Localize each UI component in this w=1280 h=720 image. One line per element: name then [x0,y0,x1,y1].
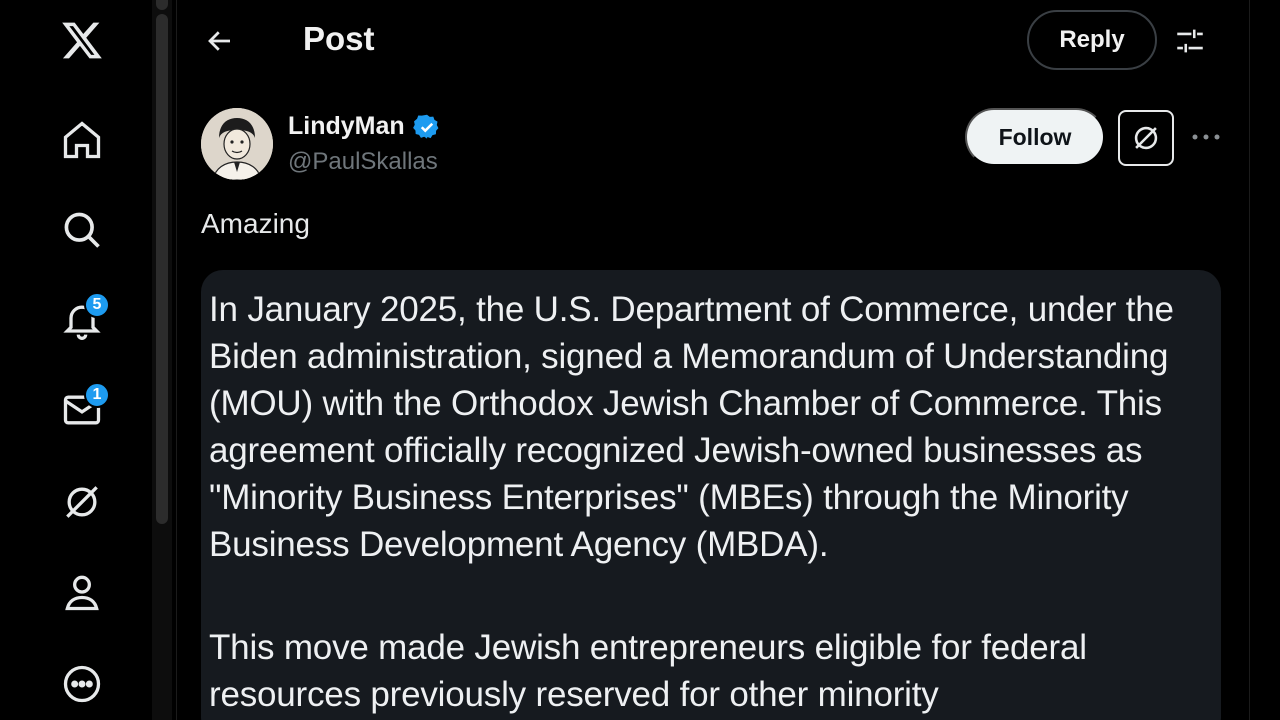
grok-icon[interactable] [52,472,112,532]
media-text-paragraph-2: This move made Jewish entrepreneurs elig… [209,628,1087,714]
avatar-illustration [201,108,273,180]
sliders-icon[interactable] [1167,18,1213,64]
messages-badge: 1 [84,382,110,408]
home-icon[interactable] [52,110,112,170]
grok-slash-svg [1134,126,1158,150]
grok-explain-icon[interactable] [1118,110,1174,166]
scrollbar-thumb[interactable] [156,14,168,524]
post-header: Post Reply [177,0,1251,82]
x-logo-icon-svg [62,22,102,59]
ellipsis-svg [1192,134,1220,140]
profile-person-icon[interactable] [52,562,112,622]
notifications-badge: 5 [84,292,110,318]
post-author: LindyMan @PaulSkallas Follow [201,106,1231,186]
back-arrow-svg [208,31,230,51]
display-name[interactable]: LindyMan [288,112,441,141]
more-circle-icon-svg [63,665,101,703]
sidebar-nav: 5 1 [0,0,152,720]
notifications-bell-icon[interactable]: 5 [52,290,112,350]
more-options-icon[interactable] [1186,122,1226,152]
grok-icon-svg [66,486,98,518]
follow-button[interactable]: Follow [965,108,1105,166]
x-logo-icon[interactable] [52,10,112,70]
display-name-text: LindyMan [288,112,405,140]
home-icon-svg [63,121,101,159]
back-arrow-icon[interactable] [197,18,243,64]
page-title: Post [303,20,375,57]
person-icon-svg [65,575,99,611]
media-text-paragraph-1: In January 2025, the U.S. Department of … [209,290,1174,564]
post-text: Amazing [201,208,310,239]
messages-envelope-icon[interactable]: 1 [52,380,112,440]
reply-button[interactable]: Reply [1027,10,1157,70]
more-circle-icon[interactable] [52,654,112,714]
post-media-image[interactable]: In January 2025, the U.S. Department of … [201,270,1221,720]
search-icon[interactable] [52,200,112,260]
main-column: Post Reply LindyMan @PaulSkallas Follow … [176,0,1250,720]
search-icon-svg [64,212,100,248]
sliders-svg [1177,29,1203,53]
user-handle[interactable]: @PaulSkallas [288,148,438,176]
verified-badge-icon [412,114,439,139]
avatar[interactable] [201,108,273,180]
